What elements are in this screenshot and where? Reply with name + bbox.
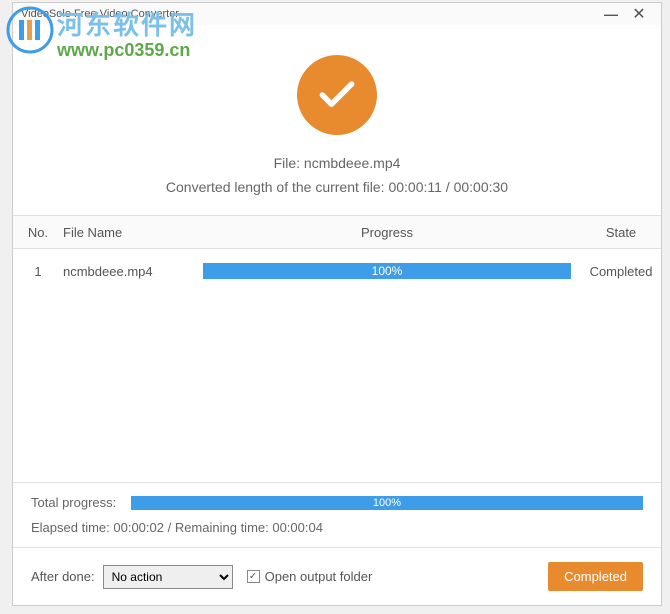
- open-folder-label: Open output folder: [265, 569, 373, 584]
- footer-progress-section: Total progress: 100% Elapsed time: 00:00…: [13, 482, 661, 547]
- after-done-label: After done:: [31, 569, 95, 584]
- header-section: File: ncmbdeee.mp4 Converted length of t…: [13, 25, 661, 215]
- open-folder-checkbox-wrap[interactable]: ✓ Open output folder: [247, 569, 549, 584]
- table-row[interactable]: 1 ncmbdeee.mp4 100% Completed: [13, 249, 661, 293]
- row-state: Completed: [581, 264, 661, 279]
- completed-button[interactable]: Completed: [548, 562, 643, 591]
- table-body: 1 ncmbdeee.mp4 100% Completed: [13, 249, 661, 482]
- row-no: 1: [13, 264, 63, 279]
- checkbox-icon[interactable]: ✓: [247, 570, 260, 583]
- minimize-button[interactable]: —: [597, 3, 625, 25]
- header-state: State: [581, 225, 661, 240]
- total-progress-row: Total progress: 100%: [31, 495, 643, 510]
- total-progress-bar: 100%: [131, 496, 643, 510]
- row-progress-text: 100%: [372, 264, 403, 278]
- total-progress-label: Total progress:: [31, 495, 131, 510]
- titlebar: VideoSolo Free Video Converter — ✕: [13, 3, 661, 25]
- header-no: No.: [13, 225, 63, 240]
- file-table: No. File Name Progress State 1 ncmbdeee.…: [13, 215, 661, 482]
- header-filename: File Name: [63, 225, 193, 240]
- header-progress: Progress: [193, 225, 581, 240]
- elapsed-remaining-label: Elapsed time: 00:00:02 / Remaining time:…: [31, 520, 643, 535]
- row-progress-wrap: 100%: [193, 263, 581, 279]
- row-filename: ncmbdeee.mp4: [63, 264, 193, 279]
- converted-length-label: Converted length of the current file: 00…: [33, 179, 641, 195]
- close-button[interactable]: ✕: [625, 3, 653, 25]
- row-progress-bar: 100%: [203, 263, 571, 279]
- footer-bar: After done: No action ✓ Open output fold…: [13, 547, 661, 605]
- table-header: No. File Name Progress State: [13, 215, 661, 249]
- current-file-label: File: ncmbdeee.mp4: [33, 155, 641, 171]
- after-done-select[interactable]: No action: [103, 565, 233, 589]
- success-check-icon: [297, 55, 377, 135]
- total-progress-text: 100%: [373, 497, 401, 509]
- app-window: VideoSolo Free Video Converter — ✕ File:…: [12, 2, 662, 606]
- window-title: VideoSolo Free Video Converter: [21, 8, 597, 20]
